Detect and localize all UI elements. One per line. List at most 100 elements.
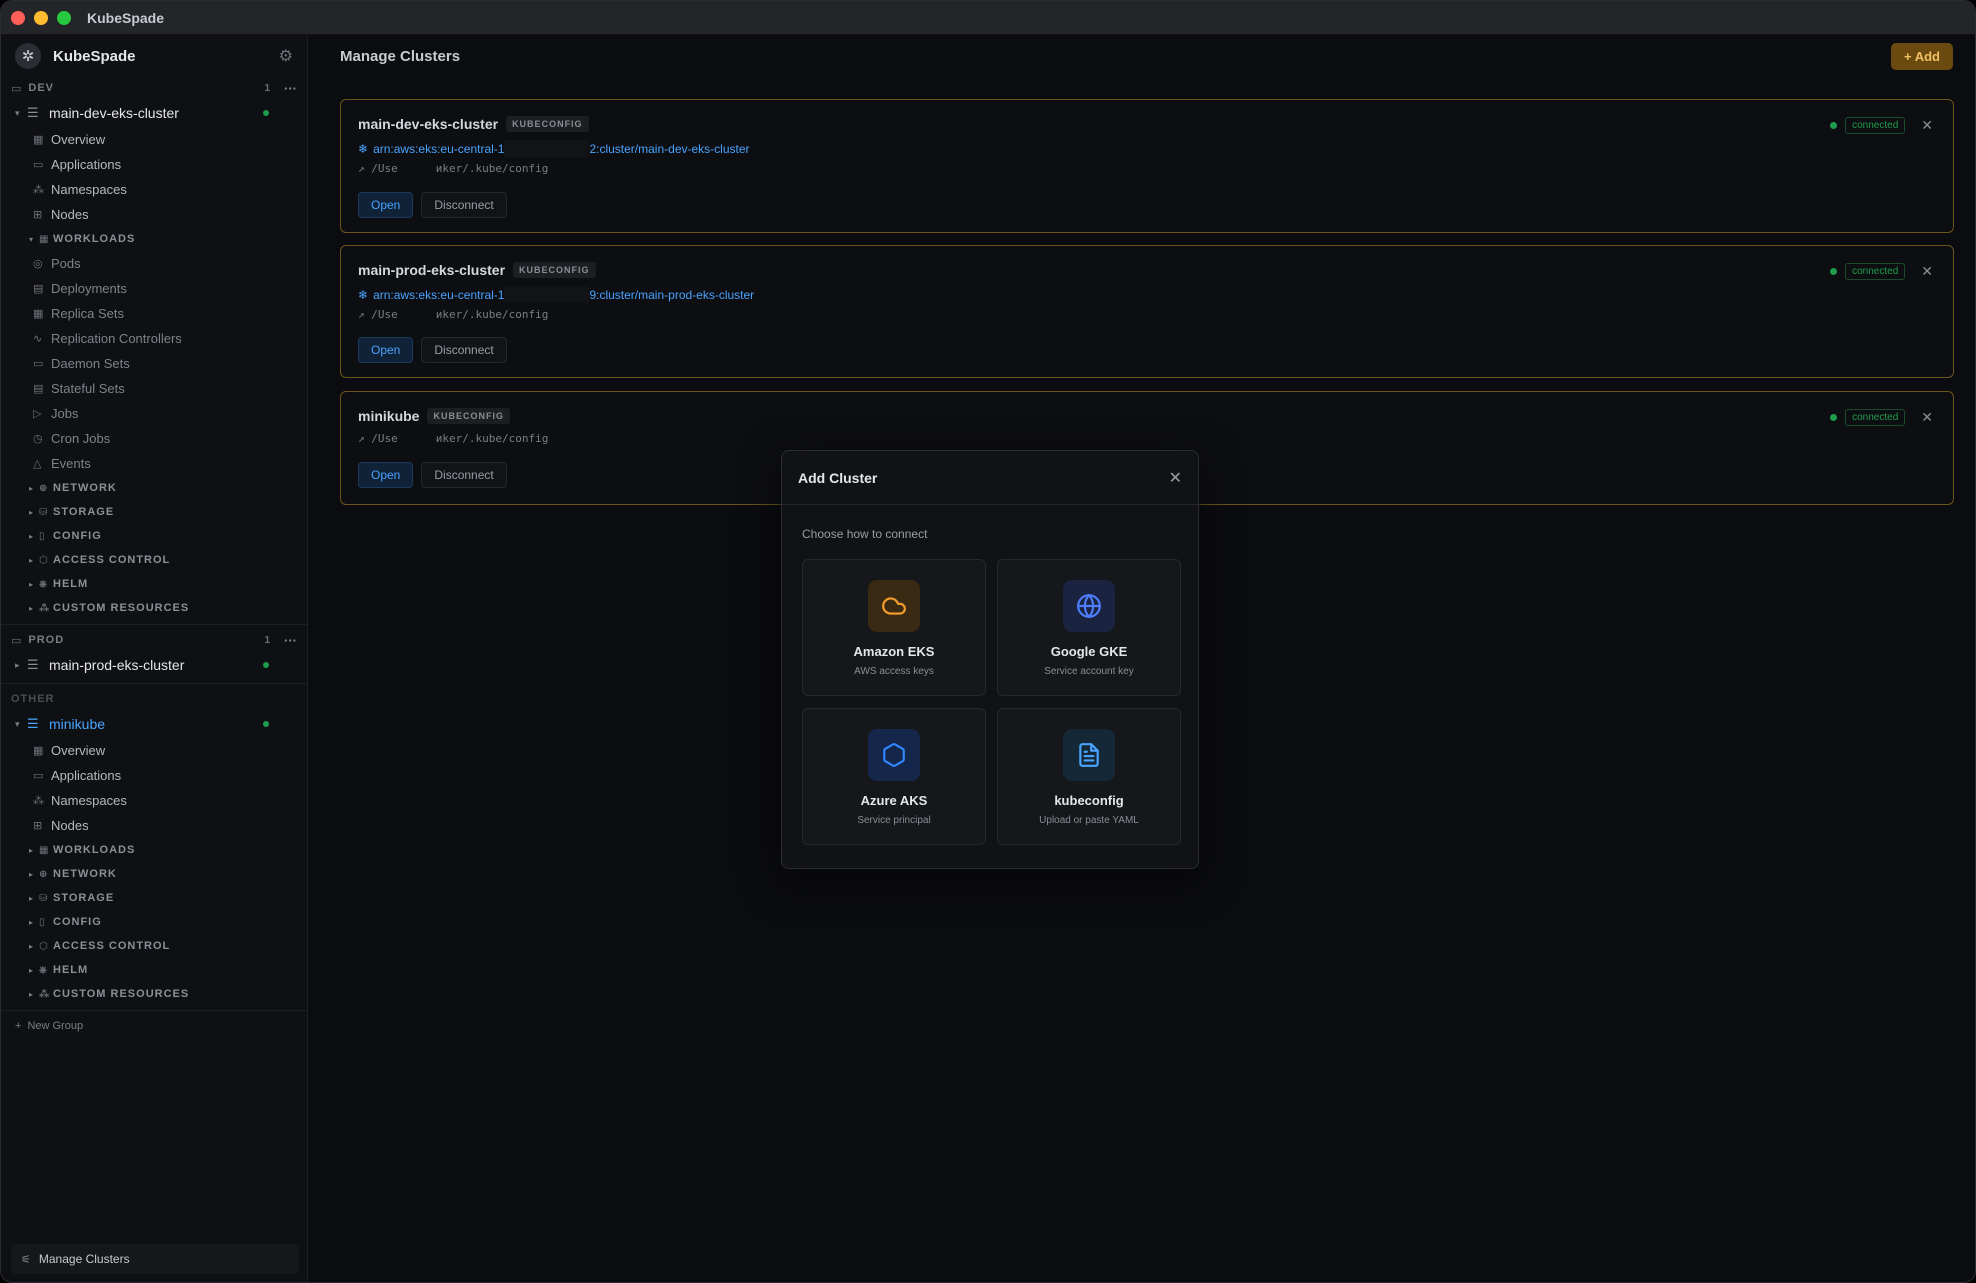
cluster-name: minikube [358,408,420,424]
group-count: 1 [264,82,270,94]
section-workloads[interactable]: ▾ ▦ WORKLOADS [1,227,307,251]
option-google-gke[interactable]: Google GKE Service account key [997,559,1181,696]
nav-jobs[interactable]: ▷ Jobs [1,401,307,426]
chevron-right-icon: ▸ [29,893,35,903]
new-group-button[interactable]: + New Group [1,1015,307,1037]
storage-icon: ⛁ [39,892,49,904]
cluster-card: main-prod-eks-cluster KUBECONFIG ❄ arn:a… [340,245,1954,378]
more-icon[interactable]: ··· [284,633,297,648]
chevron-right-icon: ▸ [29,483,35,493]
folder-icon: ▭ [11,82,23,95]
close-icon[interactable]: ✕ [1921,263,1933,280]
status-badge: connected [1845,263,1906,280]
section-config[interactable]: ▸ ▯ CONFIG [1,524,307,548]
cluster-row-dev[interactable]: ▾ ☰ main-dev-eks-cluster [1,99,307,127]
section-access-control[interactable]: ▸ ⬡ ACCESS CONTROL [1,934,307,958]
node-icon: ⊞ [33,820,43,832]
nav-overview[interactable]: ▦ Overview [1,127,307,152]
grid-icon: ▦ [39,233,50,245]
chevron-right-icon: ▸ [29,941,35,951]
chevron-right-icon: ▸ [29,507,35,517]
section-workloads[interactable]: ▸ ▦ WORKLOADS [1,838,307,862]
close-window-button[interactable] [11,10,25,25]
nav-nodes[interactable]: ⊞ Nodes [1,813,307,838]
chevron-right-icon: ▸ [29,965,35,975]
option-azure-aks[interactable]: Azure AKS Service principal [802,708,986,845]
window-controls [11,10,71,25]
close-icon[interactable]: ✕ [1921,409,1933,426]
cluster-row-minikube[interactable]: ▾ ☰ minikube [1,710,307,738]
nav-events[interactable]: △ Events [1,451,307,476]
add-cluster-button[interactable]: + Add [1891,42,1953,70]
section-storage[interactable]: ▸ ⛁ STORAGE [1,500,307,524]
puzzle-icon: ⁂ [39,602,51,614]
nav-namespaces[interactable]: ⁂ Namespaces [1,177,307,202]
cluster-row-prod[interactable]: ▸ ☰ main-prod-eks-cluster [1,651,307,679]
nav-namespaces[interactable]: ⁂ Namespaces [1,788,307,813]
connection-status: connected ✕ [1830,409,1933,426]
group-header-dev[interactable]: ▭ DEV 1 ··· [1,77,307,99]
cluster-name: main-prod-eks-cluster [358,262,506,278]
file-icon [1063,729,1115,781]
kubernetes-icon: ❄ [358,141,369,156]
section-network[interactable]: ▸ ⊕ NETWORK [1,862,307,886]
minimize-window-button[interactable] [34,10,48,25]
manage-clusters-button[interactable]: ⚟ Manage Clusters [11,1244,299,1274]
nav-replication-controllers[interactable]: ∿ Replication Controllers [1,326,307,351]
pod-icon: ◎ [33,258,43,270]
zoom-window-button[interactable] [57,10,71,25]
main-header: Manage Clusters + Add [315,35,1975,77]
gear-icon[interactable]: ⚙ [279,46,293,66]
group-header-prod[interactable]: ▭ PROD 1 ··· [1,629,307,651]
open-button[interactable]: Open [358,192,414,218]
brand-name: KubeSpade [53,47,136,65]
hexagon-icon [868,729,920,781]
grid-icon: ▦ [33,745,44,757]
modal-title: Add Cluster [798,469,878,486]
section-config[interactable]: ▸ ▯ CONFIG [1,910,307,934]
storage-icon: ⛁ [39,506,49,518]
open-button[interactable]: Open [358,337,414,363]
close-icon[interactable]: ✕ [1921,117,1933,134]
daemon-icon: ▭ [33,358,44,370]
add-cluster-modal: Add Cluster ✕ Choose how to connect Amaz… [781,450,1199,869]
nav-stateful-sets[interactable]: ▤ Stateful Sets [1,376,307,401]
nav-overview[interactable]: ▦ Overview [1,738,307,763]
folder-icon: ▭ [11,634,23,647]
nav-nodes[interactable]: ⊞ Nodes [1,202,307,227]
nav-applications[interactable]: ▭ Applications [1,152,307,177]
chevron-right-icon: ▸ [29,917,35,927]
section-custom-resources[interactable]: ▸ ⁂ CUSTOM RESOURCES [1,596,307,620]
status-dot [1830,122,1838,129]
section-custom-resources[interactable]: ▸ ⁂ CUSTOM RESOURCES [1,982,307,1006]
option-kubeconfig[interactable]: kubeconfig Upload or paste YAML [997,708,1181,845]
nav-applications[interactable]: ▭ Applications [1,763,307,788]
kubernetes-icon: ❄ [358,287,369,302]
section-storage[interactable]: ▸ ⛁ STORAGE [1,886,307,910]
disconnect-button[interactable]: Disconnect [421,337,507,363]
section-helm[interactable]: ▸ ⎈ HELM [1,958,307,982]
section-network[interactable]: ▸ ⊕ NETWORK [1,476,307,500]
open-button[interactable]: Open [358,462,414,488]
group-count: 1 [264,634,270,646]
connection-status: connected ✕ [1830,263,1933,280]
disconnect-button[interactable]: Disconnect [421,462,507,488]
nav-daemon-sets[interactable]: ▭ Daemon Sets [1,351,307,376]
section-access-control[interactable]: ▸ ⬡ ACCESS CONTROL [1,548,307,572]
disconnect-button[interactable]: Disconnect [421,192,507,218]
nav-pods[interactable]: ◎ Pods [1,251,307,276]
option-amazon-eks[interactable]: Amazon EKS AWS access keys [802,559,986,696]
section-helm[interactable]: ▸ ⎈ HELM [1,572,307,596]
status-badge: connected [1845,409,1906,426]
close-icon[interactable]: ✕ [1169,468,1182,488]
connection-status: connected ✕ [1830,117,1933,134]
more-icon[interactable]: ··· [284,81,297,96]
status-dot [263,110,269,116]
arrow-icon: ↗ [358,162,372,175]
nav-replica-sets[interactable]: ▦ Replica Sets [1,301,307,326]
nav-deployments[interactable]: ▤ Deployments [1,276,307,301]
nav-cron-jobs[interactable]: ◷ Cron Jobs [1,426,307,451]
server-icon: ☰ [27,657,39,672]
chevron-right-icon: ▸ [29,555,35,565]
activity-icon: ∿ [33,333,43,345]
